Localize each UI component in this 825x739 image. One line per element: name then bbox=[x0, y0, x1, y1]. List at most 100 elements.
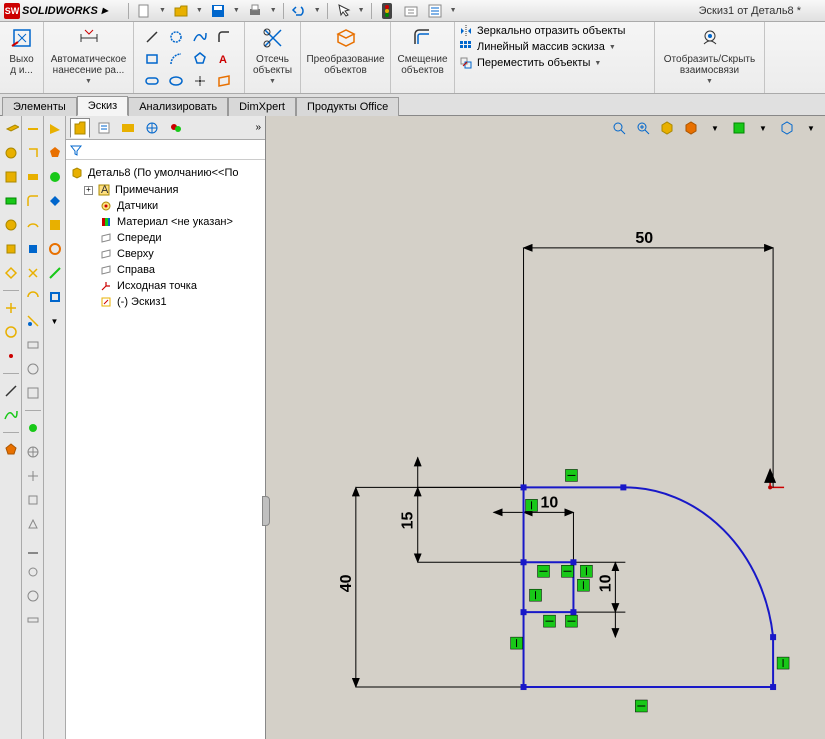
convert-button[interactable]: Преобразование объектов bbox=[301, 22, 391, 93]
rectangle-tool-icon[interactable] bbox=[142, 50, 162, 68]
tree-item-front[interactable]: Спереди bbox=[84, 230, 261, 246]
toolbar-icon[interactable] bbox=[46, 288, 64, 306]
toolbar-icon[interactable] bbox=[2, 264, 20, 282]
tree-item-sensors[interactable]: Датчики bbox=[84, 198, 261, 214]
open-button[interactable] bbox=[172, 2, 190, 20]
traffic-light-icon[interactable] bbox=[378, 2, 396, 20]
spline-tool-icon[interactable] bbox=[190, 28, 210, 46]
toolbar-icon[interactable] bbox=[2, 323, 20, 341]
tab-dimxpert[interactable]: DimXpert bbox=[228, 97, 296, 116]
toolbar-icon[interactable] bbox=[24, 515, 42, 533]
tree-tab-config[interactable] bbox=[118, 118, 138, 138]
tree-tab-display[interactable] bbox=[166, 118, 186, 138]
sketch-geometry[interactable] bbox=[521, 484, 777, 690]
polygon-tool-icon[interactable] bbox=[190, 50, 210, 68]
dimension-40[interactable]: 40 bbox=[338, 487, 522, 687]
arc-tool-icon[interactable] bbox=[166, 50, 186, 68]
toolbar-icon[interactable] bbox=[46, 240, 64, 258]
toolbar-icon[interactable] bbox=[24, 467, 42, 485]
toolbar-icon[interactable] bbox=[2, 216, 20, 234]
tab-features[interactable]: Элементы bbox=[2, 97, 77, 116]
toolbar-icon[interactable] bbox=[46, 120, 64, 138]
toolbar-icon[interactable] bbox=[24, 288, 42, 306]
point-tool-icon[interactable] bbox=[190, 72, 210, 90]
new-button[interactable] bbox=[135, 2, 153, 20]
toolbar-icon[interactable] bbox=[2, 441, 20, 459]
dimension-50[interactable]: 50 bbox=[524, 230, 774, 488]
exit-sketch-button[interactable]: Выхо д и... bbox=[0, 22, 44, 93]
select-button[interactable] bbox=[334, 2, 352, 20]
toolbar-icon[interactable] bbox=[24, 491, 42, 509]
save-button[interactable] bbox=[209, 2, 227, 20]
toolbar-icon[interactable] bbox=[24, 120, 42, 138]
toolbar-icon[interactable] bbox=[24, 539, 42, 557]
toolbar-icon[interactable] bbox=[24, 384, 42, 402]
toolbar-icon[interactable] bbox=[46, 264, 64, 282]
toolbar-icon[interactable] bbox=[46, 144, 64, 162]
toolbar-icon[interactable] bbox=[2, 382, 20, 400]
toolbar-icon[interactable] bbox=[24, 264, 42, 282]
line-tool-icon[interactable] bbox=[142, 28, 162, 46]
tree-item-right[interactable]: Справа bbox=[84, 262, 261, 278]
tree-tab-property[interactable] bbox=[94, 118, 114, 138]
toolbar-icon[interactable] bbox=[24, 563, 42, 581]
toolbar-icon[interactable] bbox=[24, 419, 42, 437]
smart-dimension-button[interactable]: Автоматическое нанесение ра... ▼ bbox=[44, 22, 134, 93]
chevron-down-icon[interactable]: ▼ bbox=[46, 312, 64, 330]
toolbar-icon[interactable] bbox=[24, 336, 42, 354]
expander-icon[interactable]: + bbox=[84, 186, 93, 195]
mirror-button[interactable]: Зеркально отразить объекты bbox=[459, 24, 625, 38]
toolbar-icon[interactable] bbox=[24, 144, 42, 162]
dimension-15[interactable]: 15 bbox=[400, 457, 564, 562]
tree-item-annotations[interactable]: +AПримечания bbox=[84, 182, 261, 198]
toolbar-icon[interactable] bbox=[24, 168, 42, 186]
tree-tab-feature[interactable] bbox=[70, 118, 90, 138]
toolbar-icon[interactable] bbox=[46, 168, 64, 186]
undo-button[interactable] bbox=[290, 2, 308, 20]
display-relations-button[interactable]: Отобразить/Скрыть взаимосвязи ▼ bbox=[655, 22, 765, 93]
print-button[interactable] bbox=[246, 2, 264, 20]
text-tool-icon[interactable]: A bbox=[214, 50, 234, 68]
toolbar-icon[interactable] bbox=[2, 144, 20, 162]
rebuild-button[interactable] bbox=[402, 2, 420, 20]
tree-root-item[interactable]: Деталь8 (По умолчанию<<По bbox=[70, 164, 261, 182]
plane-tool-icon[interactable] bbox=[214, 72, 234, 90]
toolbar-icon[interactable] bbox=[2, 120, 20, 138]
toolbar-icon[interactable] bbox=[24, 312, 42, 330]
pattern-button[interactable]: Линейный массив эскиза ▼ bbox=[459, 40, 616, 54]
tree-item-material[interactable]: Материал <не указан> bbox=[84, 214, 261, 230]
viewport[interactable]: ▼ ▼ ▼ 50 bbox=[266, 116, 825, 739]
tree-item-top[interactable]: Сверху bbox=[84, 246, 261, 262]
tab-analyze[interactable]: Анализировать bbox=[128, 97, 228, 116]
toolbar-icon[interactable] bbox=[2, 240, 20, 258]
toolbar-icon[interactable] bbox=[2, 347, 20, 365]
tree-item-origin[interactable]: Исходная точка bbox=[84, 278, 261, 294]
toolbar-icon[interactable] bbox=[24, 240, 42, 258]
tree-item-sketch1[interactable]: (-) Эскиз1 bbox=[84, 294, 261, 310]
offset-button[interactable]: Смещение объектов bbox=[391, 22, 455, 93]
toolbar-icon[interactable] bbox=[46, 216, 64, 234]
toolbar-icon[interactable] bbox=[46, 192, 64, 210]
toolbar-icon[interactable] bbox=[2, 168, 20, 186]
toolbar-icon[interactable] bbox=[2, 299, 20, 317]
toolbar-icon[interactable] bbox=[2, 192, 20, 210]
slot-tool-icon[interactable] bbox=[142, 72, 162, 90]
toolbar-icon[interactable] bbox=[2, 406, 20, 424]
toolbar-icon[interactable] bbox=[24, 192, 42, 210]
options-button[interactable] bbox=[426, 2, 444, 20]
ellipse-tool-icon[interactable] bbox=[166, 72, 186, 90]
tab-sketch[interactable]: Эскиз bbox=[77, 96, 128, 116]
toolbar-icon[interactable] bbox=[24, 611, 42, 629]
move-button[interactable]: Переместить объекты ▼ bbox=[459, 56, 601, 70]
tab-office[interactable]: Продукты Office bbox=[296, 97, 399, 116]
tree-tab-dimxpert[interactable] bbox=[142, 118, 162, 138]
toolbar-icon[interactable] bbox=[24, 360, 42, 378]
trim-button[interactable]: Отсечь объекты ▼ bbox=[245, 22, 301, 93]
dimension-10-h[interactable]: 10 bbox=[494, 487, 574, 562]
tree-expand-icon[interactable]: » bbox=[255, 122, 261, 133]
fillet-tool-icon[interactable] bbox=[214, 28, 234, 46]
toolbar-icon[interactable] bbox=[24, 587, 42, 605]
toolbar-icon[interactable] bbox=[24, 216, 42, 234]
tree-filter-bar[interactable] bbox=[66, 140, 265, 160]
circle-tool-icon[interactable] bbox=[166, 28, 186, 46]
